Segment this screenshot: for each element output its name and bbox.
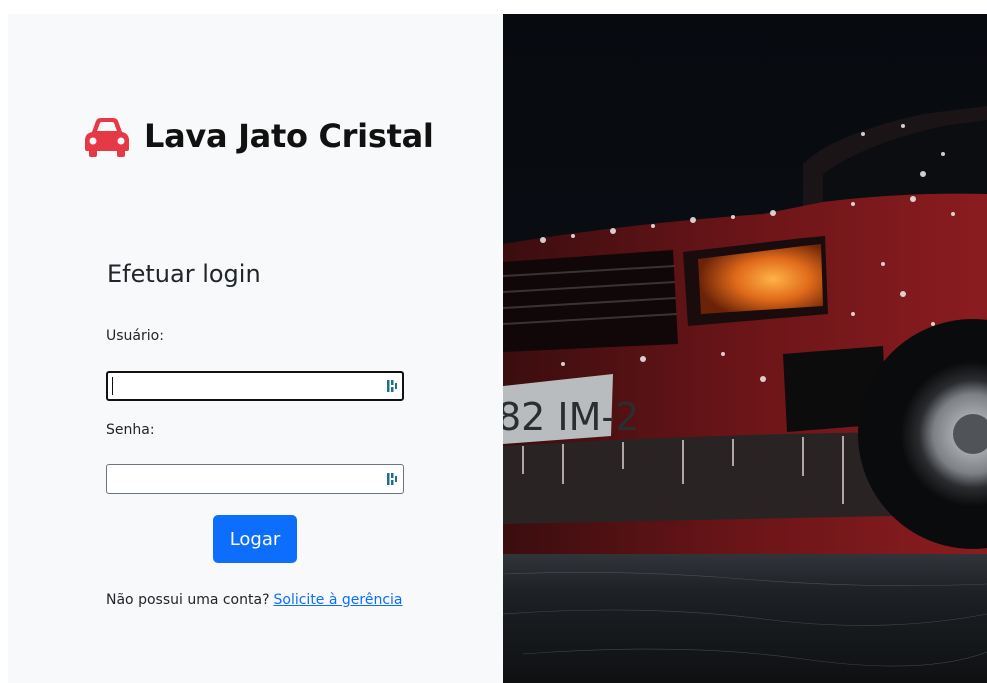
brand-title: Lava Jato Cristal [144, 117, 434, 155]
password-manager-icon[interactable] [386, 378, 398, 394]
login-page: Lava Jato Cristal Efetuar login Usuário:… [0, 0, 987, 683]
signup-line: Não possui uma conta? Solicite à gerência [106, 592, 403, 608]
login-panel: Lava Jato Cristal Efetuar login Usuário:… [8, 14, 503, 683]
license-plate: 82 IM-2 [503, 395, 639, 439]
password-manager-icon[interactable] [386, 471, 398, 487]
password-field-wrapper [106, 464, 404, 494]
user-field-wrapper [106, 371, 404, 401]
password-label: Senha: [106, 422, 155, 438]
brand-header: Lava Jato Cristal [82, 114, 434, 158]
car-icon [85, 118, 129, 157]
request-access-link[interactable]: Solicite à gerência [274, 592, 403, 608]
user-label: Usuário: [106, 328, 164, 344]
signup-prompt: Não possui uma conta? [106, 592, 270, 608]
user-input[interactable] [106, 371, 404, 401]
text-caret [112, 377, 113, 395]
car-wash-photo: 82 IM-2 [503, 14, 987, 683]
hero-image: 82 IM-2 [503, 14, 987, 683]
login-heading: Efetuar login [107, 260, 261, 288]
password-input[interactable] [106, 464, 404, 494]
login-button[interactable]: Logar [213, 515, 297, 563]
